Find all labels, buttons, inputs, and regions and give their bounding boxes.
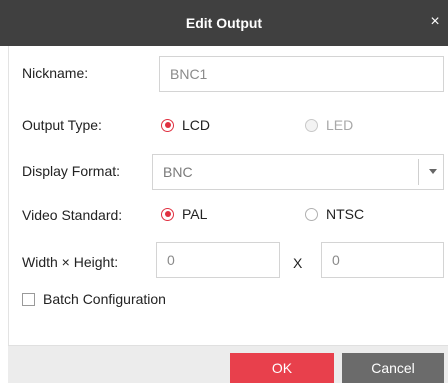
checkbox-unchecked-icon[interactable] bbox=[22, 292, 35, 306]
width-height-separator: X bbox=[293, 255, 303, 271]
output-type-lcd-radio[interactable]: LCD bbox=[161, 117, 210, 133]
ok-button[interactable]: OK bbox=[230, 353, 334, 383]
width-height-label: Width × Height: bbox=[22, 254, 119, 270]
output-type-lcd-label: LCD bbox=[182, 117, 211, 133]
nickname-label: Nickname: bbox=[22, 65, 89, 81]
video-standard-label: Video Standard: bbox=[22, 207, 123, 223]
video-standard-pal-radio[interactable]: PAL bbox=[161, 206, 207, 222]
nickname-input[interactable]: BNC1 bbox=[159, 56, 444, 92]
display-format-label: Display Format: bbox=[22, 163, 121, 179]
select-divider bbox=[418, 159, 419, 185]
batch-configuration-checkbox[interactable]: Batch Configuration bbox=[22, 291, 166, 307]
radio-unchecked-icon bbox=[305, 207, 318, 221]
radio-unchecked-icon bbox=[305, 118, 318, 132]
radio-checked-icon bbox=[161, 118, 174, 132]
video-standard-ntsc-radio[interactable]: NTSC bbox=[305, 206, 364, 222]
output-type-led-radio: LED bbox=[305, 117, 353, 133]
chevron-down-icon[interactable] bbox=[429, 169, 437, 174]
height-input[interactable]: 0 bbox=[321, 242, 444, 278]
dialog-title: Edit Output bbox=[185, 15, 263, 31]
dialog-title-bar: Edit Output × bbox=[0, 0, 448, 46]
close-icon[interactable]: × bbox=[426, 13, 444, 31]
video-standard-ntsc-label: NTSC bbox=[326, 206, 365, 222]
output-type-led-label: LED bbox=[326, 117, 354, 133]
display-format-value: BNC bbox=[163, 164, 193, 180]
output-type-label: Output Type: bbox=[22, 117, 102, 133]
cancel-button[interactable]: Cancel bbox=[342, 353, 444, 383]
batch-configuration-label: Batch Configuration bbox=[43, 291, 166, 307]
video-standard-pal-label: PAL bbox=[182, 206, 208, 222]
display-format-select[interactable]: BNC bbox=[152, 154, 444, 190]
width-input[interactable]: 0 bbox=[156, 242, 280, 278]
radio-checked-icon bbox=[161, 207, 174, 221]
edit-output-dialog: Edit Output × Nickname: BNC1 Output Type… bbox=[0, 0, 448, 383]
dialog-left-border bbox=[8, 46, 9, 383]
